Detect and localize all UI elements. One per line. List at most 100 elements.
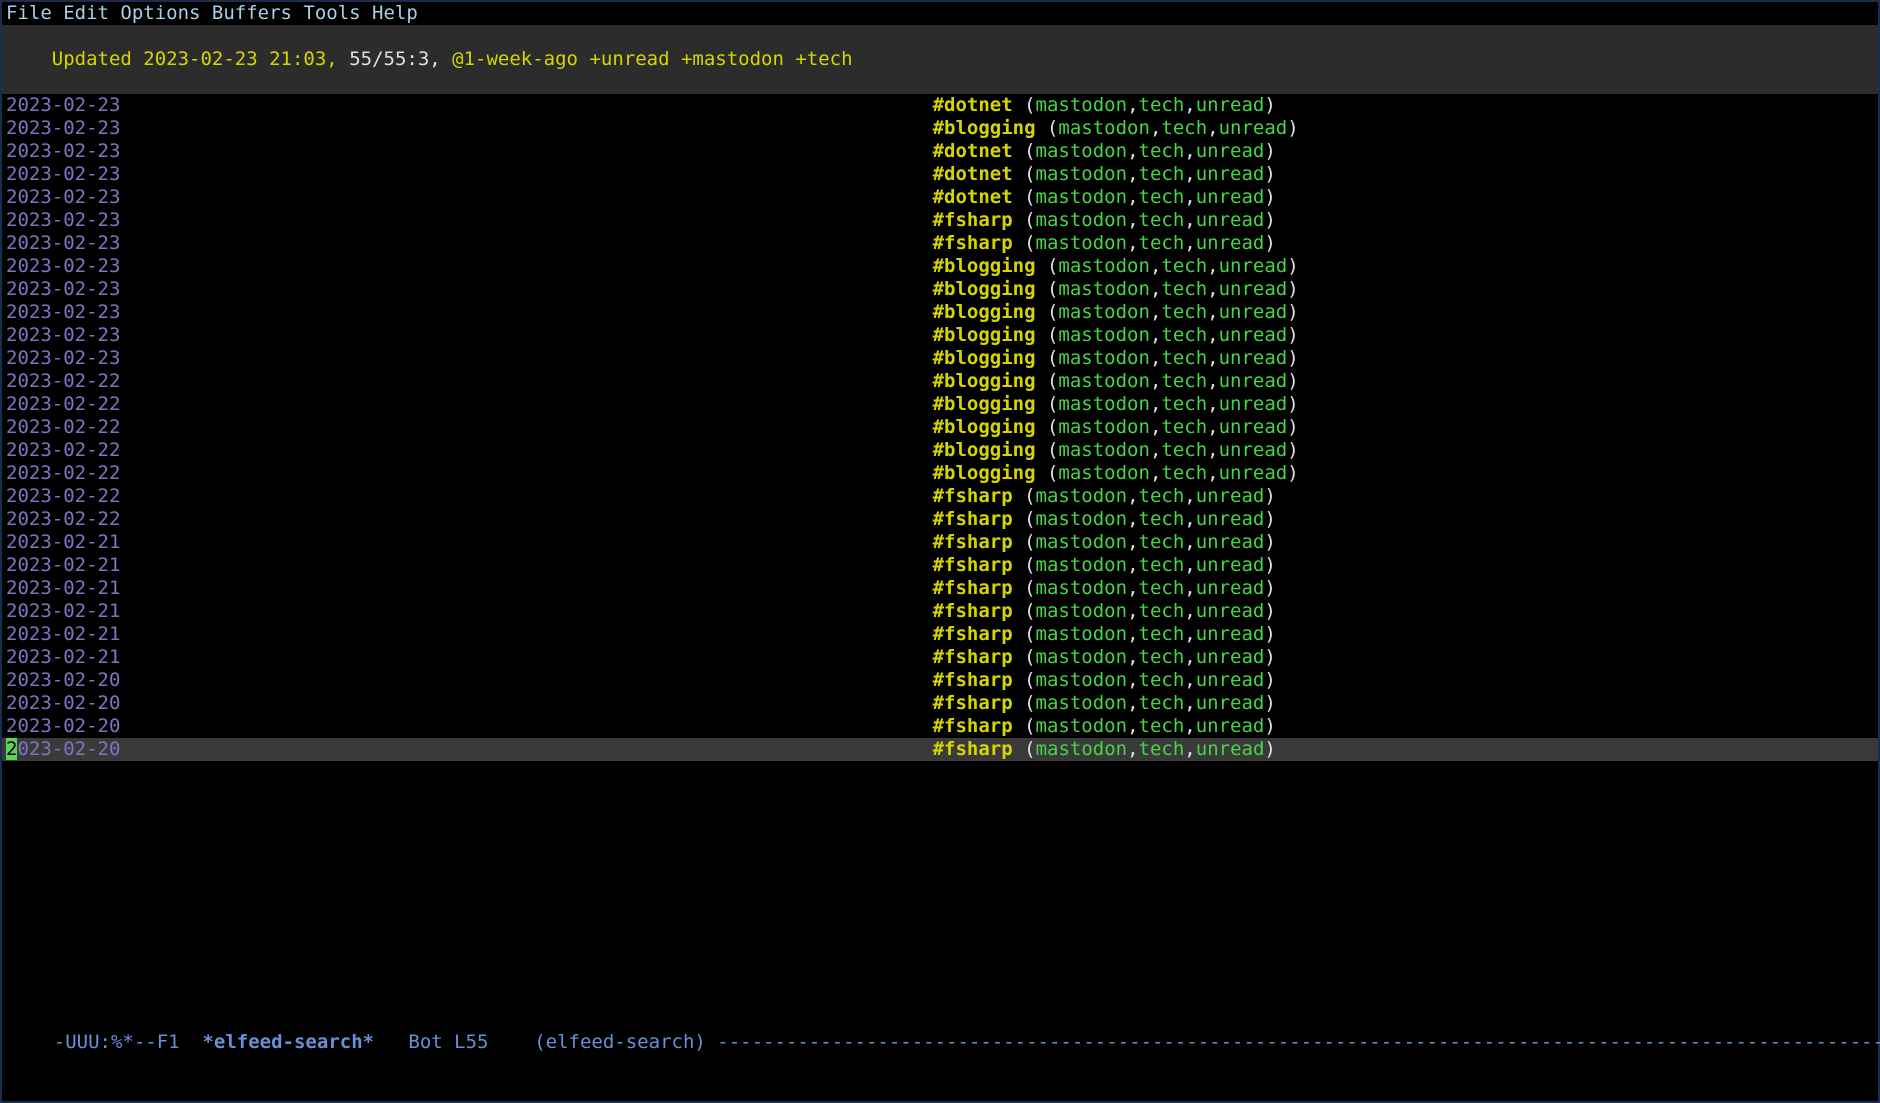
entry-feed: #dotnet: [933, 140, 1013, 162]
entry-feed: #dotnet: [933, 186, 1013, 208]
tags-open-paren: (: [1047, 255, 1058, 277]
entry-tag: unread: [1196, 646, 1265, 668]
menu-bar[interactable]: File Edit Options Buffers Tools Help: [2, 2, 1878, 25]
feed-entry-row[interactable]: 2023-02-21 #fsharp (mastodon,tech,unread…: [2, 554, 1878, 577]
tag-separator: ,: [1150, 301, 1161, 323]
tag-separator: ,: [1127, 140, 1138, 162]
feed-entry-row[interactable]: 2023-02-22 #blogging (mastodon,tech,unre…: [2, 370, 1878, 393]
tags-close-paren: ): [1264, 531, 1275, 553]
tag-separator: ,: [1207, 347, 1218, 369]
entry-tag: mastodon: [1058, 255, 1150, 277]
entry-tag: tech: [1161, 416, 1207, 438]
entry-tag: tech: [1139, 531, 1185, 553]
entry-date: 2023-02-23: [6, 278, 120, 300]
feed-entry-row[interactable]: 2023-02-23 #fsharp (mastodon,tech,unread…: [2, 232, 1878, 255]
tag-separator: ,: [1150, 255, 1161, 277]
entry-feed: #fsharp: [933, 531, 1013, 553]
feed-entry-row[interactable]: 2023-02-20 #fsharp (mastodon,tech,unread…: [2, 669, 1878, 692]
feed-entry-row[interactable]: 2023-02-23 #blogging (mastodon,tech,unre…: [2, 117, 1878, 140]
feed-entry-row[interactable]: 2023-02-20 #fsharp (mastodon,tech,unread…: [2, 715, 1878, 738]
tags-close-paren: ): [1264, 646, 1275, 668]
entry-tag: tech: [1139, 94, 1185, 116]
entry-tag: unread: [1196, 715, 1265, 737]
entry-tag: unread: [1196, 232, 1265, 254]
entry-tag: unread: [1219, 255, 1288, 277]
entry-tag: unread: [1196, 600, 1265, 622]
entry-date: 2023-02-22: [6, 416, 120, 438]
entry-tag: unread: [1196, 623, 1265, 645]
feed-entry-row[interactable]: 2023-02-21 #fsharp (mastodon,tech,unread…: [2, 600, 1878, 623]
feed-entry-row[interactable]: 2023-02-20 #fsharp (mastodon,tech,unread…: [2, 692, 1878, 715]
tags-close-paren: ): [1287, 370, 1298, 392]
entry-tag: unread: [1219, 324, 1288, 346]
feed-entry-row[interactable]: 2023-02-21 #fsharp (mastodon,tech,unread…: [2, 646, 1878, 669]
modeline-buffer-name: *elfeed-search*: [202, 1031, 374, 1053]
feed-entry-row[interactable]: 2023-02-23 #blogging (mastodon,tech,unre…: [2, 255, 1878, 278]
entry-tag: unread: [1196, 738, 1265, 760]
entry-feed: #blogging: [933, 324, 1036, 346]
elfeed-header-line: Updated 2023-02-23 21:03, 55/55:3, @1-we…: [2, 25, 1878, 94]
feed-entry-row[interactable]: 2023-02-23 #dotnet (mastodon,tech,unread…: [2, 163, 1878, 186]
entry-tag: tech: [1139, 485, 1185, 507]
tag-separator: ,: [1150, 117, 1161, 139]
entry-tag: unread: [1196, 508, 1265, 530]
entry-tag: tech: [1161, 255, 1207, 277]
feed-entry-row[interactable]: 2023-02-20 #fsharp (mastodon,tech,unread…: [2, 738, 1878, 761]
entry-tag: unread: [1196, 140, 1265, 162]
feed-entry-row[interactable]: 2023-02-22 #blogging (mastodon,tech,unre…: [2, 462, 1878, 485]
text-cursor: 2: [6, 738, 17, 760]
feed-entry-row[interactable]: 2023-02-22 #blogging (mastodon,tech,unre…: [2, 393, 1878, 416]
tag-separator: ,: [1184, 692, 1195, 714]
entry-tag: tech: [1139, 163, 1185, 185]
header-filter: @1-week-ago +unread +mastodon +tech: [452, 48, 852, 70]
entry-tag: tech: [1139, 692, 1185, 714]
elfeed-entry-list[interactable]: 2023-02-23 #dotnet (mastodon,tech,unread…: [2, 94, 1878, 1101]
entry-tag: unread: [1219, 416, 1288, 438]
feed-entry-row[interactable]: 2023-02-23 #blogging (mastodon,tech,unre…: [2, 347, 1878, 370]
entry-date: 2023-02-23: [6, 186, 120, 208]
tags-open-paren: (: [1047, 439, 1058, 461]
entry-tag: mastodon: [1036, 163, 1128, 185]
entry-date: 2023-02-20: [6, 692, 120, 714]
modeline-status: -UUU:%*--F1: [54, 1031, 203, 1053]
entry-feed: #fsharp: [933, 600, 1013, 622]
feed-entry-row[interactable]: 2023-02-23 #blogging (mastodon,tech,unre…: [2, 278, 1878, 301]
tag-separator: ,: [1127, 600, 1138, 622]
entry-tag: mastodon: [1036, 508, 1128, 530]
entry-date: 2023-02-21: [6, 646, 120, 668]
feed-entry-row[interactable]: 2023-02-22 #blogging (mastodon,tech,unre…: [2, 416, 1878, 439]
feed-entry-row[interactable]: 2023-02-23 #dotnet (mastodon,tech,unread…: [2, 94, 1878, 117]
feed-entry-row[interactable]: 2023-02-23 #blogging (mastodon,tech,unre…: [2, 324, 1878, 347]
minibuffer[interactable]: [4, 1077, 1876, 1100]
feed-entry-row[interactable]: 2023-02-23 #dotnet (mastodon,tech,unread…: [2, 140, 1878, 163]
feed-entry-row[interactable]: 2023-02-21 #fsharp (mastodon,tech,unread…: [2, 577, 1878, 600]
feed-entry-row[interactable]: 2023-02-22 #blogging (mastodon,tech,unre…: [2, 439, 1878, 462]
tag-separator: ,: [1184, 94, 1195, 116]
entry-feed: #fsharp: [933, 508, 1013, 530]
entry-tag: tech: [1161, 301, 1207, 323]
tags-open-paren: (: [1047, 462, 1058, 484]
entry-tag: tech: [1139, 738, 1185, 760]
feed-entry-row[interactable]: 2023-02-22 #fsharp (mastodon,tech,unread…: [2, 485, 1878, 508]
feed-entry-row[interactable]: 2023-02-22 #fsharp (mastodon,tech,unread…: [2, 508, 1878, 531]
feed-entry-row[interactable]: 2023-02-21 #fsharp (mastodon,tech,unread…: [2, 623, 1878, 646]
entry-date: 2023-02-21: [6, 600, 120, 622]
entry-tag: mastodon: [1036, 485, 1128, 507]
feed-entry-row[interactable]: 2023-02-23 #blogging (mastodon,tech,unre…: [2, 301, 1878, 324]
entry-tag: mastodon: [1036, 669, 1128, 691]
entry-tag: mastodon: [1036, 209, 1128, 231]
feed-entry-row[interactable]: 2023-02-23 #dotnet (mastodon,tech,unread…: [2, 186, 1878, 209]
entry-feed: #blogging: [933, 255, 1036, 277]
tag-separator: ,: [1207, 393, 1218, 415]
entry-feed: #blogging: [933, 462, 1036, 484]
entry-tag: tech: [1139, 669, 1185, 691]
tags-close-paren: ): [1287, 255, 1298, 277]
tags-close-paren: ): [1287, 393, 1298, 415]
entry-feed: #fsharp: [933, 715, 1013, 737]
entry-tag: mastodon: [1036, 186, 1128, 208]
tags-open-paren: (: [1047, 347, 1058, 369]
entry-tag: mastodon: [1036, 140, 1128, 162]
entry-tag: unread: [1219, 301, 1288, 323]
feed-entry-row[interactable]: 2023-02-23 #fsharp (mastodon,tech,unread…: [2, 209, 1878, 232]
feed-entry-row[interactable]: 2023-02-21 #fsharp (mastodon,tech,unread…: [2, 531, 1878, 554]
